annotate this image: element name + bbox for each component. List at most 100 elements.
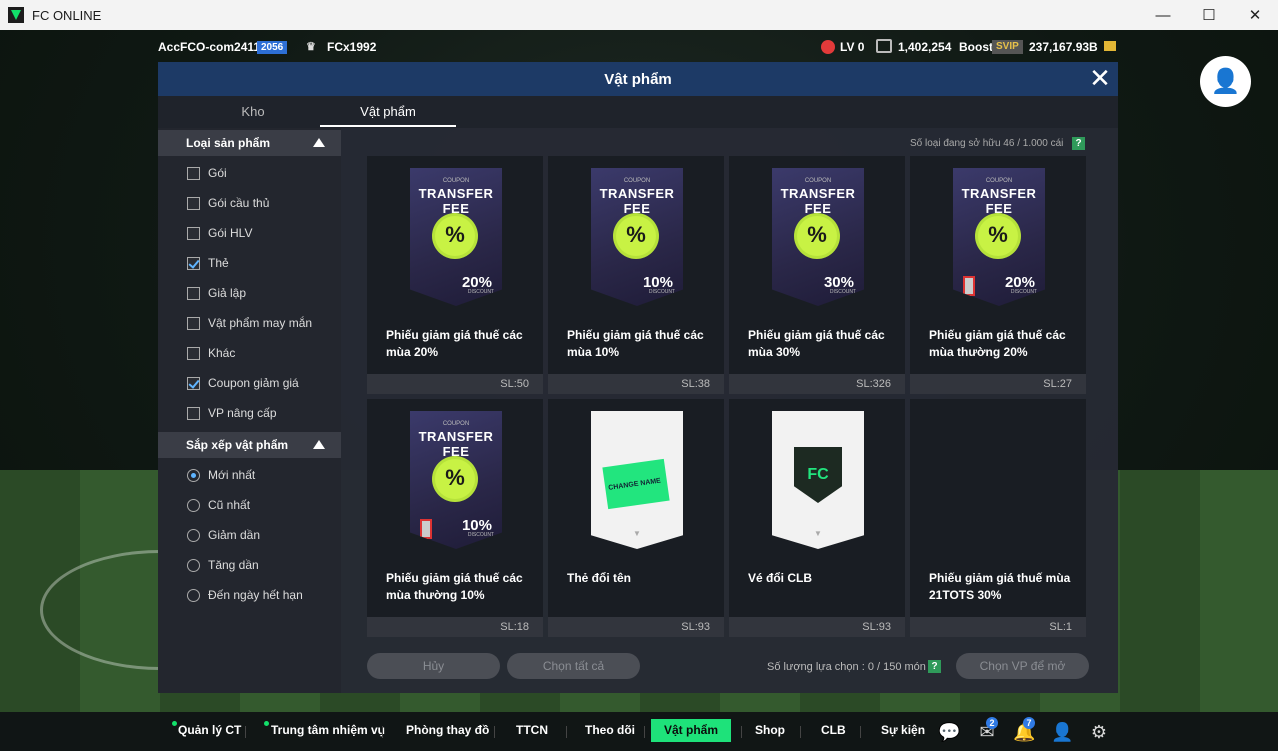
coupon-top-label: COUPON [623, 178, 651, 184]
checkbox[interactable] [187, 376, 200, 390]
nav-vat-pham-active[interactable]: Vật phẩm [651, 719, 731, 742]
item-card[interactable]: COUPON TRANSFER FEE% 20% DISCOUNT Phiếu giảm… [910, 156, 1086, 394]
radio-button[interactable] [187, 468, 200, 482]
sort-option-label: Giảm dần [208, 528, 261, 542]
item-name: Phiếu giảm giá thuế các mùa 30% [748, 328, 885, 359]
item-card[interactable]: COUPON TRANSFER FEE% 30% DISCOUNT Phiếu giảm… [729, 156, 905, 394]
fc-online-app-icon [8, 7, 24, 23]
nav-ttcn[interactable]: TTCN [516, 723, 548, 737]
item-card[interactable]: COUPON TRANSFER FEE% 10% DISCOUNT Phiếu giảm… [367, 399, 543, 637]
checkbox[interactable] [187, 286, 200, 300]
nav-separator [494, 726, 495, 738]
nav-separator [245, 726, 246, 738]
item-name: Phiếu giảm giá thuế các mùa 10% [567, 328, 704, 359]
item-name: Phiếu giảm giá thuế các mùa 20% [386, 328, 523, 359]
filter-option[interactable]: VP nâng cấp [187, 404, 277, 422]
radio-button[interactable] [187, 558, 200, 572]
sort-header[interactable]: Sắp xếp vật phẩm [158, 432, 341, 458]
checkbox[interactable] [187, 166, 200, 180]
fc-coin-icon [876, 39, 892, 53]
coupon-card-art: COUPON TRANSFER FEE% 20% DISCOUNT [410, 168, 502, 306]
filter-option[interactable]: Gói HLV [187, 224, 252, 242]
nav-su-kien[interactable]: Sự kiện [881, 723, 925, 737]
checkbox[interactable] [187, 196, 200, 210]
filter-option[interactable]: Gói cầu thủ [187, 194, 269, 212]
item-quantity: SL:38 [681, 378, 710, 390]
coupon-card-art: COUPON TRANSFER FEE% 10% DISCOUNT [591, 168, 683, 306]
friend-chat-icon: 👤 [1210, 68, 1241, 95]
filter-option[interactable]: Gói [187, 164, 227, 182]
item-card[interactable]: COUPON TRANSFER FEE% 20% DISCOUNT Phiếu giảm… [367, 156, 543, 394]
sort-option[interactable]: Đến ngày hết hạn [187, 586, 303, 604]
cancel-button[interactable]: Hủy [367, 653, 500, 679]
minimize-button[interactable]: — [1140, 0, 1186, 30]
checkbox[interactable] [187, 256, 200, 270]
modal-header: Vật phẩm ✕ [158, 62, 1118, 96]
product-type-header[interactable]: Loại sản phẩm [158, 130, 341, 156]
sort-option[interactable]: Tăng dần [187, 556, 259, 574]
modal-title: Vật phẩm [604, 70, 672, 88]
sort-option-label: Đến ngày hết hạn [208, 588, 303, 602]
close-window-button[interactable]: ✕ [1232, 0, 1278, 30]
checkbox[interactable] [187, 346, 200, 360]
friend-chat-button[interactable]: 👤 [1200, 56, 1251, 107]
collapse-triangle-icon[interactable] [313, 138, 325, 147]
active-tab-indicator [320, 125, 456, 127]
window-controls: — ☐ ✕ [1140, 0, 1278, 30]
team-ovr-badge: 2056 [257, 41, 288, 54]
radio-button[interactable] [187, 498, 200, 512]
collapse-triangle-icon[interactable] [313, 440, 325, 449]
checkbox[interactable] [187, 406, 200, 420]
maximize-button[interactable]: ☐ [1186, 0, 1232, 30]
filter-option-label: Khác [208, 346, 236, 360]
checkbox[interactable] [187, 226, 200, 240]
level-icon [821, 40, 835, 54]
nav-theo-doi[interactable]: Theo dõi [585, 723, 635, 737]
settings-gear-icon[interactable]: ⚙ [1088, 722, 1110, 742]
checkbox[interactable] [187, 316, 200, 330]
fc-coin-value: 1,402,254 [898, 40, 952, 54]
nav-phong-thay-do[interactable]: Phòng thay đồ [406, 723, 489, 737]
percent-seal-icon: % [797, 216, 837, 256]
fc-shield-icon: FC [794, 447, 842, 503]
coupon-title: TRANSFER FEE [418, 186, 494, 216]
radio-button[interactable] [187, 528, 200, 542]
coupon-top-label: COUPON [442, 421, 470, 427]
help-icon[interactable]: ? [1072, 137, 1085, 150]
coupon-top-label: COUPON [804, 178, 832, 184]
item-name: Phiếu giảm giá thuế các mùa thường 20% [929, 328, 1066, 359]
quantity-bar: SL:38 [548, 374, 724, 394]
trade-lock-icon [963, 276, 975, 296]
sort-option[interactable]: Mới nhất [187, 466, 255, 484]
nav-trung-tam-nhiem-vu[interactable]: Trung tâm nhiệm vụ [271, 723, 385, 737]
item-quantity: SL:50 [500, 378, 529, 390]
profile-icon[interactable]: 👤 [1051, 722, 1073, 742]
sort-option[interactable]: Cũ nhất [187, 496, 250, 514]
open-items-button[interactable]: Chọn VP để mở [956, 653, 1089, 679]
item-card[interactable]: CHANGE NAME ▼ Thẻ đổi tên SL:93 [548, 399, 724, 637]
item-card[interactable]: Phiếu giảm giá thuế mùa 21TOTS 30% SL:1 [910, 399, 1086, 637]
item-card[interactable]: COUPON TRANSFER FEE% 10% DISCOUNT Phiếu giảm… [548, 156, 724, 394]
tab-vat-pham[interactable]: Vật phẩm [320, 104, 456, 119]
filter-option[interactable]: Giả lập [187, 284, 246, 302]
boost-label: Boost [959, 40, 993, 54]
select-all-button[interactable]: Chọn tất cả [507, 653, 640, 679]
nav-shop[interactable]: Shop [755, 723, 785, 737]
filter-option[interactable]: Thẻ [187, 254, 229, 272]
nav-clb[interactable]: CLB [821, 723, 846, 737]
discount-label: DISCOUNT [829, 289, 856, 295]
filter-option[interactable]: Coupon giảm giá [187, 374, 299, 392]
filter-option[interactable]: Vật phẩm may mắn [187, 314, 312, 332]
percent-seal-icon: % [435, 216, 475, 256]
sort-option[interactable]: Giảm dần [187, 526, 260, 544]
radio-button[interactable] [187, 588, 200, 602]
help-icon[interactable]: ? [928, 660, 941, 673]
chat-icon[interactable]: 💬 [938, 722, 960, 742]
nav-quan-ly-ct[interactable]: Quản lý CT [178, 723, 241, 737]
quantity-bar: SL:27 [910, 374, 1086, 394]
tab-kho[interactable]: Kho [185, 104, 321, 119]
item-card[interactable]: FC ▼ Vé đổi CLB SL:93 [729, 399, 905, 637]
filter-option[interactable]: Khác [187, 344, 235, 362]
filter-option-label: Vật phẩm may mắn [208, 316, 313, 330]
modal-close-button[interactable]: ✕ [1088, 65, 1112, 92]
